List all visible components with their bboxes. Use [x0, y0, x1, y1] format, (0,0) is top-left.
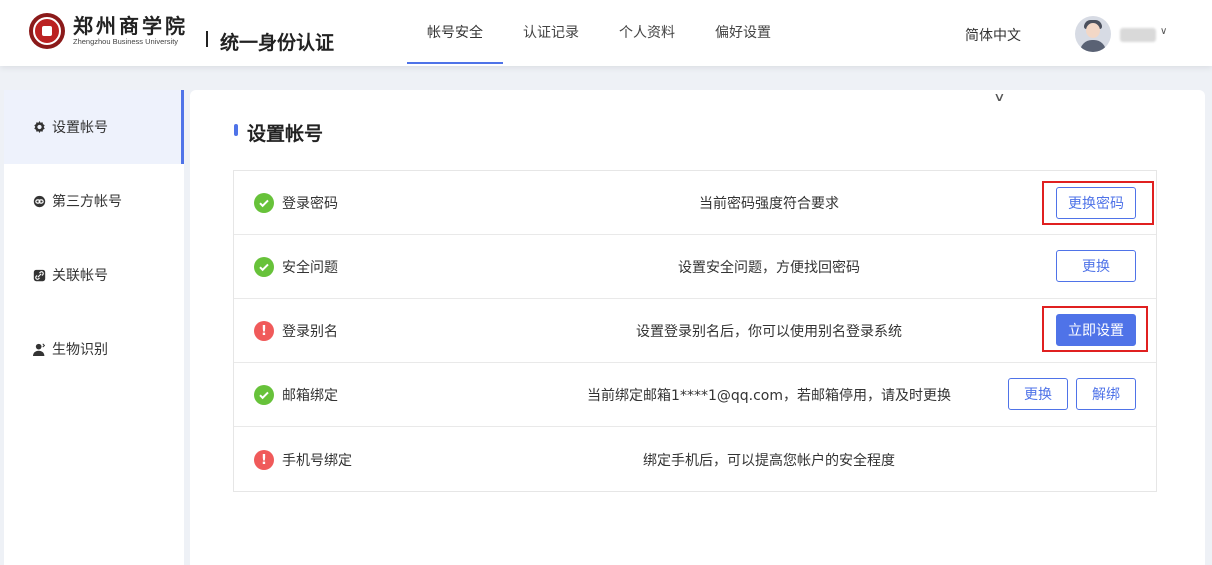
- top-header: 郑州商学院 Zhengzhou Business University 统一身份…: [0, 0, 1212, 66]
- check-icon: [254, 257, 274, 277]
- chevron-down-icon[interactable]: ∨: [1160, 26, 1167, 37]
- table-row: ! 登录别名 设置登录别名后，你可以使用别名登录系统 立即设置: [234, 299, 1156, 363]
- row-description: 设置登录别名后，你可以使用别名登录系统: [636, 324, 902, 340]
- row-label: 邮箱绑定: [282, 388, 338, 404]
- security-settings-table: 登录密码 当前密码强度符合要求 更换密码 安全问题 设置安全问题，方便找回密码 …: [233, 170, 1157, 492]
- sidebar-item-label: 关联帐号: [52, 268, 108, 284]
- highlight-box: [1042, 306, 1148, 352]
- row-label: 登录密码: [282, 196, 338, 212]
- nav-account-security[interactable]: 帐号安全: [407, 0, 503, 66]
- exclamation-icon: !: [254, 321, 274, 341]
- check-icon: [254, 385, 274, 405]
- row-label: 登录别名: [282, 324, 338, 340]
- school-name-en: Zhengzhou Business University: [73, 37, 179, 46]
- nav-profile[interactable]: 个人资料: [599, 0, 695, 66]
- sidebar-item-label: 设置帐号: [52, 120, 108, 136]
- row-description: 绑定手机后，可以提高您帐户的安全程度: [643, 453, 895, 469]
- gear-icon: [32, 120, 46, 134]
- title-accent-bar: [234, 124, 238, 136]
- exclamation-icon: !: [254, 450, 274, 470]
- row-label: 安全问题: [282, 260, 338, 276]
- table-row: 登录密码 当前密码强度符合要求 更换密码: [234, 171, 1156, 235]
- username-blurred[interactable]: [1120, 28, 1156, 42]
- row-description: 设置安全问题，方便找回密码: [678, 260, 860, 276]
- sidebar: 设置帐号 第三方帐号 关联帐号 生物识别: [4, 90, 184, 565]
- row-label: 手机号绑定: [282, 453, 352, 469]
- title-divider: [206, 31, 208, 47]
- unbind-email-button[interactable]: 解绑: [1076, 378, 1136, 410]
- sidebar-item-account-settings[interactable]: 设置帐号: [4, 90, 184, 164]
- highlight-box: [1042, 181, 1154, 225]
- sidebar-item-linked-accounts[interactable]: 关联帐号: [4, 238, 184, 312]
- row-description: 当前密码强度符合要求: [699, 196, 839, 212]
- avatar[interactable]: [1075, 16, 1111, 52]
- nav-auth-records[interactable]: 认证记录: [503, 0, 599, 66]
- check-icon: [254, 193, 274, 213]
- school-name: 郑州商学院: [73, 14, 188, 38]
- system-title: 统一身份认证: [220, 32, 335, 54]
- change-email-button[interactable]: 更换: [1008, 378, 1068, 410]
- school-emblem-icon: [29, 13, 65, 49]
- sidebar-item-label: 第三方帐号: [52, 194, 122, 210]
- link-circle-icon: [32, 194, 46, 208]
- sidebar-item-label: 生物识别: [52, 342, 108, 358]
- table-row: ! 手机号绑定 绑定手机后，可以提高您帐户的安全程度: [234, 427, 1156, 492]
- row-description: 当前绑定邮箱1****1@qq.com，若邮箱停用，请及时更换: [587, 388, 951, 404]
- table-row: 安全问题 设置安全问题，方便找回密码 更换: [234, 235, 1156, 299]
- sidebar-item-biometrics[interactable]: 生物识别: [4, 312, 184, 386]
- page-title: 设置帐号: [247, 123, 324, 145]
- language-switch[interactable]: 简体中文: [965, 25, 1021, 45]
- nav-preferences[interactable]: 偏好设置: [695, 0, 791, 66]
- chevron-down-icon[interactable]: ∨: [993, 90, 1005, 104]
- link-icon: [32, 268, 46, 282]
- table-row: 邮箱绑定 当前绑定邮箱1****1@qq.com，若邮箱停用，请及时更换 更换 …: [234, 363, 1156, 427]
- top-nav: 帐号安全 认证记录 个人资料 偏好设置: [407, 0, 791, 66]
- change-security-question-button[interactable]: 更换: [1056, 250, 1136, 282]
- sidebar-item-third-party[interactable]: 第三方帐号: [4, 164, 184, 238]
- person-icon: [32, 342, 46, 356]
